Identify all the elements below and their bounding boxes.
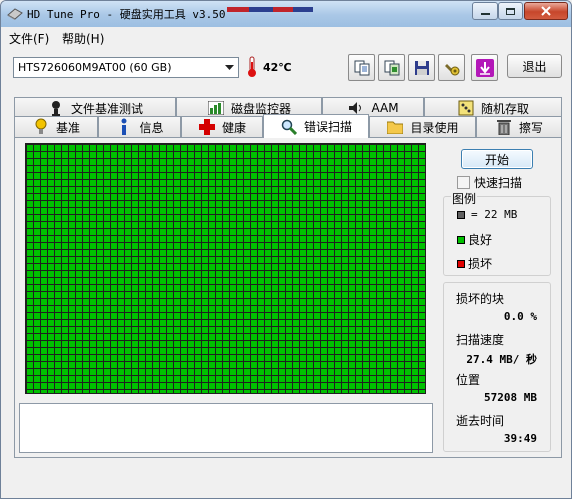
legend-block-size: = 22 MB — [457, 208, 517, 221]
close-button[interactable] — [524, 2, 568, 20]
tab-label: 健康 — [221, 120, 246, 135]
legend-damaged: 损坏 — [457, 255, 492, 272]
close-icon — [541, 6, 551, 16]
tab-label: 文件基准测试 — [70, 101, 143, 116]
dropdown-arrow-icon[interactable] — [221, 58, 238, 77]
tab-info[interactable]: 信息 — [98, 116, 181, 137]
minimize-icon — [480, 12, 490, 15]
elapsed-time-value: 39:49 — [503, 432, 537, 445]
tab-health[interactable]: 健康 — [181, 116, 263, 137]
quick-scan-checkbox[interactable] — [457, 176, 470, 189]
temperature-value: 42℃ — [263, 61, 292, 74]
elapsed-time-label: 逝去时间 — [456, 414, 505, 428]
menu-bar: 文件(F) 帮助(H) — [1, 27, 571, 47]
copy-screenshot-button[interactable] — [378, 54, 405, 81]
health-icon — [198, 118, 216, 136]
good-swatch — [457, 235, 465, 244]
trash-icon — [495, 118, 513, 136]
exit-button[interactable]: 退出 — [507, 54, 562, 78]
scan-log-box[interactable] — [19, 403, 433, 453]
tab-folder-usage[interactable]: 目录使用 — [369, 116, 476, 137]
title-decoration — [227, 1, 317, 12]
download-button[interactable] — [471, 54, 498, 81]
tab-benchmark[interactable]: 基准 — [14, 116, 98, 137]
info-icon — [115, 118, 133, 136]
menu-file[interactable]: 文件(F) — [9, 30, 49, 47]
position-label: 位置 — [456, 373, 481, 387]
magnifier-icon — [280, 118, 298, 136]
tab-label: 随机存取 — [480, 101, 529, 116]
legend-good-label: 良好 — [468, 233, 493, 247]
legend-good: 良好 — [457, 231, 492, 248]
damaged-blocks-label: 损坏的块 — [456, 292, 505, 306]
save-icon — [414, 60, 429, 75]
tab-random-access[interactable]: 随机存取 — [424, 97, 562, 118]
legend-damaged-label: 损坏 — [468, 257, 493, 271]
scan-speed-value: 27.4 MB/ 秒 — [466, 353, 537, 366]
legend-title: 图例 — [451, 190, 478, 207]
save-button[interactable] — [408, 54, 435, 81]
tab-erase[interactable]: 擦写 — [476, 116, 562, 137]
drive-select[interactable]: HTS726060M9AT00 (60 GB) — [13, 57, 239, 78]
app-window: HD Tune Pro - 硬盘实用工具 v3.50 文件(F) 帮助(H) H… — [0, 0, 572, 499]
minimize-button[interactable] — [472, 2, 498, 20]
window-title: HD Tune Pro - 硬盘实用工具 v3.50 — [27, 8, 226, 21]
title-bar[interactable]: HD Tune Pro - 硬盘实用工具 v3.50 — [1, 1, 571, 27]
quick-scan-option[interactable]: 快速扫描 — [457, 174, 522, 191]
block-swatch — [457, 210, 465, 219]
tab-label: 擦写 — [518, 120, 543, 135]
download-icon — [475, 58, 494, 77]
tab-file-benchmark[interactable]: 文件基准测试 — [14, 97, 176, 118]
tab-error-scan[interactable]: 错误扫描 — [263, 114, 369, 138]
copy-text-button[interactable] — [348, 54, 375, 81]
quick-scan-label: 快速扫描 — [474, 176, 523, 190]
maximize-button[interactable] — [498, 2, 523, 20]
scan-speed-label: 扫描速度 — [456, 333, 505, 347]
tab-label: 目录使用 — [410, 120, 459, 135]
thermometer-icon — [248, 56, 256, 77]
disk-monitor-icon — [207, 99, 225, 117]
tab-label: 信息 — [139, 120, 164, 135]
tab-label: 基准 — [55, 120, 80, 135]
scan-block-map — [25, 143, 426, 394]
tab-label: 错误扫描 — [303, 120, 352, 134]
options-button[interactable] — [438, 54, 465, 81]
options-icon — [444, 63, 459, 75]
position-value: 57208 MB — [484, 391, 537, 404]
tab-label: AAM — [371, 101, 399, 115]
drive-select-value: HTS726060M9AT00 (60 GB) — [18, 61, 172, 74]
folder-icon — [386, 118, 404, 136]
copy-screen-icon — [384, 60, 399, 75]
legend-block-size-label: = 22 MB — [471, 208, 518, 221]
copy-text-icon — [354, 60, 369, 75]
random-access-icon — [457, 99, 475, 117]
damaged-blocks-value: 0.0 % — [503, 310, 537, 323]
app-disk-icon — [7, 8, 23, 20]
start-button[interactable]: 开始 — [461, 149, 533, 169]
maximize-icon — [506, 7, 515, 15]
benchmark-icon — [32, 118, 50, 136]
damaged-swatch — [457, 259, 465, 268]
menu-help[interactable]: 帮助(H) — [62, 30, 104, 47]
file-benchmark-icon — [47, 99, 65, 117]
